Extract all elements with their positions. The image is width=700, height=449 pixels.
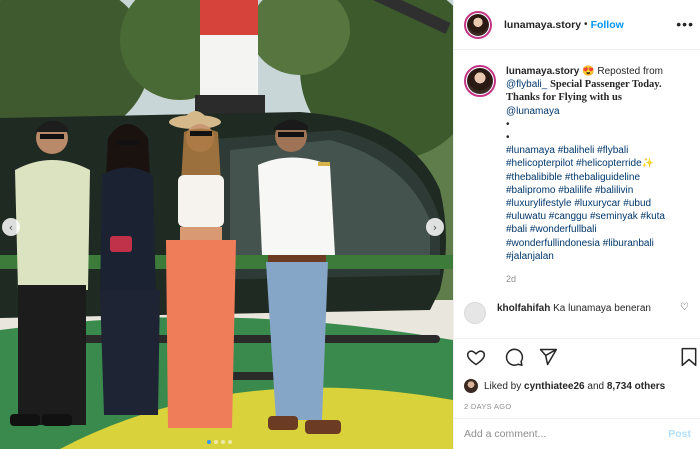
separator-dot: • [584, 19, 588, 30]
reposted-user-link[interactable]: @flybali_ [506, 79, 547, 90]
next-photo-button[interactable]: › [426, 218, 444, 236]
caption-bullet: • [506, 132, 510, 144]
liker-avatar[interactable] [464, 379, 478, 393]
comment-item: kholfahifah Ka lunamaya beneran ♡ [464, 302, 691, 325]
share-icon[interactable] [538, 347, 558, 367]
mention-link[interactable]: @lunamaya [506, 106, 560, 117]
carousel-indicator [207, 440, 232, 444]
more-options-icon[interactable]: ••• [676, 16, 694, 32]
photo-illustration [0, 0, 453, 449]
avatar[interactable] [464, 10, 492, 39]
likes-summary: Liked by cynthiatee26 and 8,734 others [464, 379, 691, 393]
add-comment-bar: Add a comment... Post [454, 418, 700, 449]
bookmark-icon[interactable] [680, 347, 698, 367]
likes-count[interactable]: 8,734 others [607, 381, 665, 392]
likes-prefix: Liked by [484, 380, 522, 392]
caption-avatar[interactable] [464, 65, 496, 97]
caption-age: 2d [506, 274, 517, 285]
comment-like-heart-icon[interactable]: ♡ [680, 302, 689, 313]
header-username[interactable]: lunamaya.story [504, 19, 581, 31]
follow-button[interactable]: Follow [591, 19, 624, 31]
action-icons [464, 347, 697, 373]
carousel-dot [207, 440, 211, 444]
post-date[interactable]: 2 DAYS AGO [464, 402, 691, 411]
chevron-right-icon: › [432, 220, 438, 234]
instagram-post-modal: ‹ › lunamaya.story • Follow ••• lunamaya… [0, 0, 700, 449]
heart-icon[interactable] [466, 347, 486, 367]
caption-bullet: • [506, 118, 510, 130]
caption-hashtags[interactable]: #lunamaya #baliheli #flybali #helicopter… [506, 145, 665, 262]
chevron-left-icon: ‹ [8, 220, 14, 234]
liker-username[interactable]: cynthiatee26 [524, 381, 585, 392]
comments-scroll-area[interactable]: lunamaya.story 😍 Reposted from @flybali_… [454, 50, 700, 338]
post-photo[interactable]: ‹ › [0, 0, 453, 449]
comment-username[interactable]: kholfahifah [497, 303, 550, 314]
post-header: lunamaya.story • Follow ••• [454, 0, 700, 50]
comment-text: kholfahifah Ka lunamaya beneran [497, 302, 672, 315]
post-side-panel: lunamaya.story • Follow ••• lunamaya.sto… [453, 0, 700, 449]
heart-eyes-emoji: 😍 [582, 66, 595, 77]
caption-username[interactable]: lunamaya.story [506, 66, 579, 77]
carousel-dot [214, 440, 218, 444]
carousel-dot [221, 440, 225, 444]
comment-input[interactable]: Add a comment... [464, 428, 546, 440]
post-actions: Liked by cynthiatee26 and 8,734 others 2… [454, 338, 700, 411]
comment-avatar[interactable] [464, 302, 486, 325]
caption: lunamaya.story 😍 Reposted from @flybali_… [464, 65, 691, 286]
carousel-dot [228, 440, 232, 444]
previous-photo-button[interactable]: ‹ [2, 218, 20, 236]
reposted-text: Reposted from [597, 66, 663, 77]
comment-icon[interactable] [504, 347, 524, 367]
comment-body: Ka lunamaya beneran [553, 303, 651, 315]
post-comment-button[interactable]: Post [668, 428, 691, 440]
caption-body: lunamaya.story 😍 Reposted from @flybali_… [506, 65, 688, 286]
likes-and: and [587, 380, 605, 392]
